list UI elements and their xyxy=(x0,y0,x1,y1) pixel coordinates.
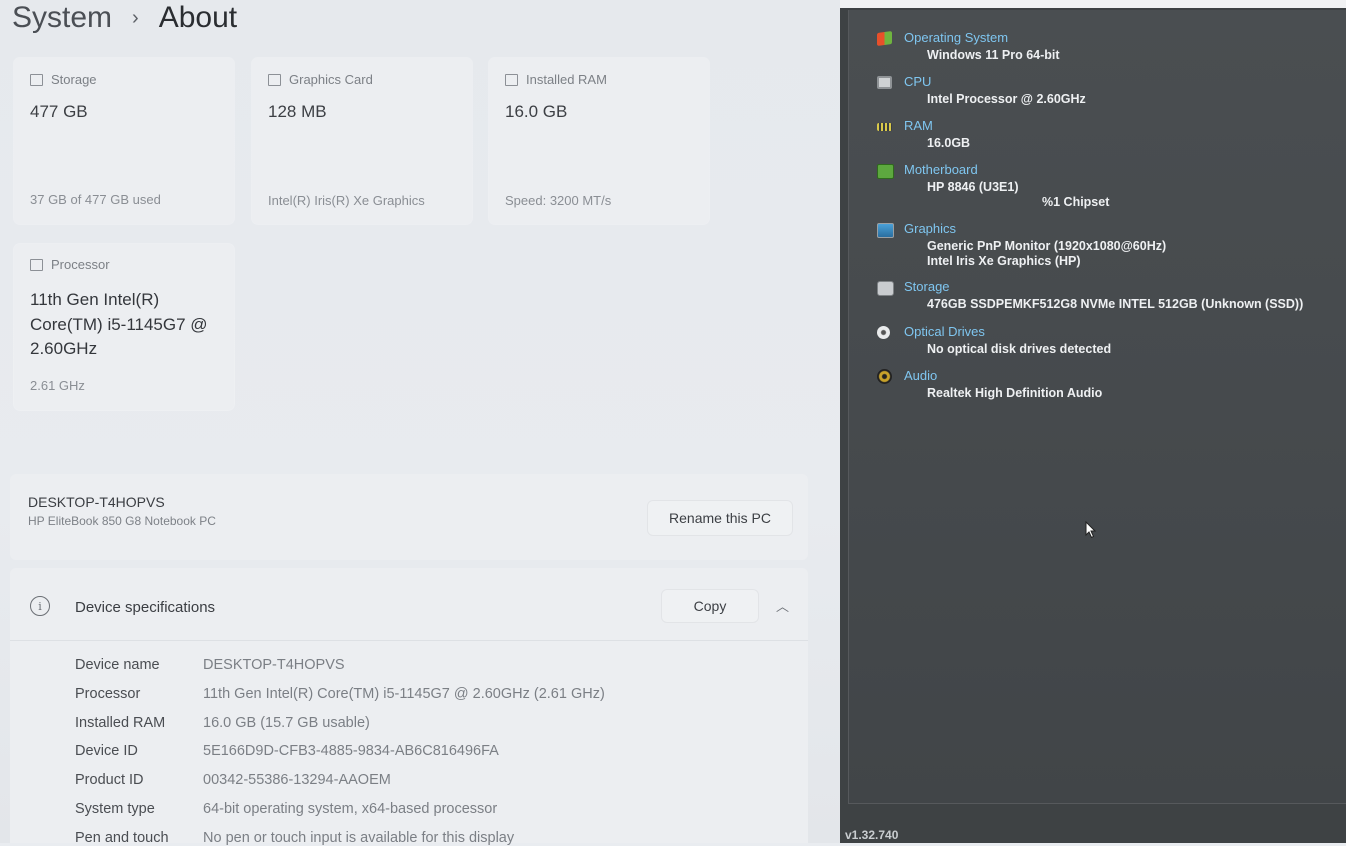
ram-icon xyxy=(877,123,892,131)
speccy-item-title[interactable]: Optical Drives xyxy=(904,324,985,339)
spec-key: Product ID xyxy=(75,772,144,789)
ram-icon xyxy=(505,73,518,86)
version-label: v1.32.740 xyxy=(845,828,899,842)
breadcrumb-system[interactable]: System xyxy=(12,1,112,35)
spec-value: 11th Gen Intel(R) Core(TM) i5-1145G7 @ 2… xyxy=(203,685,605,702)
storage-card: Storage 477 GB 37 GB of 477 GB used xyxy=(14,58,234,224)
speccy-window: Operating System Windows 11 Pro 64-bit CPU… xyxy=(840,0,1346,843)
processor-label: Processor xyxy=(51,257,110,272)
speccy-item-detail: 16.0GB xyxy=(927,136,971,150)
speccy-item-title[interactable]: Storage xyxy=(904,279,950,294)
spec-key: Processor xyxy=(75,685,141,702)
speccy-item-title[interactable]: CPU xyxy=(904,74,931,89)
speccy-item-title[interactable]: Audio xyxy=(904,368,937,383)
device-specifications-header[interactable]: i Device specifications Copy ︿ xyxy=(10,568,808,641)
installed-ram-label: Installed RAM xyxy=(526,72,607,87)
graphics-card-value: 128 MB xyxy=(268,102,327,121)
breadcrumb-separator: › xyxy=(132,6,139,29)
storage-label: Storage xyxy=(51,72,97,87)
spec-row: Installed RAM 16.0 GB (15.7 GB usable) xyxy=(75,715,370,731)
speccy-item-detail: Windows 11 Pro 64-bit xyxy=(927,48,1060,62)
speccy-item-title[interactable]: RAM xyxy=(904,118,933,133)
processor-speed: 2.61 GHz xyxy=(30,378,85,393)
device-specifications-section: i Device specifications Copy ︿ Device na… xyxy=(10,568,808,846)
graphics-card-card: Graphics Card 128 MB Intel(R) Iris(R) Xe… xyxy=(252,58,472,224)
installed-ram-speed: Speed: 3200 MT/s xyxy=(505,193,612,208)
speccy-summary-panel: Operating System Windows 11 Pro 64-bit CPU… xyxy=(848,10,1346,804)
speccy-item-detail: Intel Iris Xe Graphics (HP) xyxy=(927,254,1081,268)
speccy-item-title[interactable]: Motherboard xyxy=(904,162,978,177)
device-specifications-title: Device specifications xyxy=(75,599,216,616)
spec-key: Device name xyxy=(75,657,160,673)
spec-value: No pen or touch input is available for t… xyxy=(203,829,515,846)
speccy-item-detail: %1 Chipset xyxy=(1042,195,1110,209)
processor-card: Processor 11th Gen Intel(R) Core(TM) i5-… xyxy=(14,244,234,410)
window-top-edge xyxy=(840,0,1346,8)
spec-key: Installed RAM xyxy=(75,714,166,731)
spec-key: Pen and touch xyxy=(75,829,169,846)
info-icon: i xyxy=(30,596,50,616)
cpu-icon xyxy=(877,76,892,89)
pc-name: DESKTOP-T4HOPVS xyxy=(28,494,165,510)
spec-value: 16.0 GB (15.7 GB usable) xyxy=(203,714,370,731)
speccy-item-detail: 476GB SSDPEMKF512G8 NVMe INTEL 512GB (Un… xyxy=(927,297,1304,311)
pc-model: HP EliteBook 850 G8 Notebook PC xyxy=(28,514,216,528)
spec-value: 00342-55386-13294-AAOEM xyxy=(203,772,391,789)
storage-value: 477 GB xyxy=(30,102,88,121)
copy-button[interactable]: Copy xyxy=(662,590,758,622)
speccy-item-detail: Generic PnP Monitor (1920x1080@60Hz) xyxy=(927,239,1167,253)
spec-value: 5E166D9D-CFB3-4885-9834-AB6C816496FA xyxy=(203,743,499,760)
processor-icon xyxy=(30,258,43,271)
storage-usage: 37 GB of 477 GB used xyxy=(30,192,161,207)
spec-row: Pen and touch No pen or touch input is av… xyxy=(75,830,514,846)
chevron-up-icon[interactable]: ︿ xyxy=(776,596,789,615)
optical-drive-icon xyxy=(877,326,890,339)
graphics-card-name: Intel(R) Iris(R) Xe Graphics xyxy=(268,193,425,208)
storage-icon xyxy=(877,281,894,296)
spec-row: System type 64-bit operating system, x64-… xyxy=(75,801,497,817)
page-title: About xyxy=(158,1,238,34)
spec-row: Device name DESKTOP-T4HOPVS xyxy=(75,657,345,673)
spec-row: Device ID 5E166D9D-CFB3-4885-9834-AB6C816… xyxy=(75,743,499,759)
speccy-item-detail: No optical disk drives detected xyxy=(927,342,1112,356)
spec-value: DESKTOP-T4HOPVS xyxy=(203,657,345,673)
settings-pane: System › About Storage 477 GB 37 GB of 4… xyxy=(0,0,840,846)
pc-name-section: DESKTOP-T4HOPVS HP EliteBook 850 G8 Note… xyxy=(10,474,808,560)
spec-row: Product ID 00342-55386-13294-AAOEM xyxy=(75,772,391,788)
rename-pc-button[interactable]: Rename this PC xyxy=(648,501,792,535)
speccy-item-title[interactable]: Operating System xyxy=(904,30,1008,45)
speccy-item-title[interactable]: Graphics xyxy=(904,221,956,236)
installed-ram-value: 16.0 GB xyxy=(505,102,568,121)
graphics-card-label: Graphics Card xyxy=(289,72,373,87)
storage-icon xyxy=(30,73,43,86)
motherboard-icon xyxy=(877,164,894,179)
installed-ram-card: Installed RAM 16.0 GB Speed: 3200 MT/s xyxy=(489,58,709,224)
spec-key: System type xyxy=(75,801,155,817)
windows-icon xyxy=(877,30,892,47)
spec-key: Device ID xyxy=(75,743,138,760)
breadcrumb: System › About xyxy=(12,0,237,36)
mouse-cursor-icon xyxy=(1085,521,1097,539)
speccy-item-detail: HP 8846 (U3E1) xyxy=(927,180,1019,194)
spec-row: Processor 11th Gen Intel(R) Core(TM) i5-1… xyxy=(75,686,605,702)
monitor-icon xyxy=(877,223,894,238)
graphics-card-icon xyxy=(268,73,281,86)
spec-value: 64-bit operating system, x64-based proce… xyxy=(203,801,498,817)
processor-value: 11th Gen Intel(R) Core(TM) i5-1145G7 @ 2… xyxy=(30,290,208,358)
speccy-item-detail: Intel Processor @ 2.60GHz xyxy=(927,92,1086,106)
audio-icon xyxy=(877,369,892,384)
speccy-item-detail: Realtek High Definition Audio xyxy=(927,386,1103,400)
